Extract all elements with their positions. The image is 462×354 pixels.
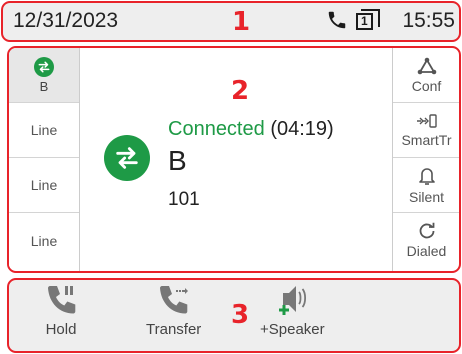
dialed-button[interactable]: Dialed xyxy=(393,213,459,268)
account-register-icon: 1 xyxy=(356,9,380,31)
callout-1: 1 xyxy=(232,7,251,37)
speaker-add-icon xyxy=(279,286,307,315)
call-status: Connected (04:19) xyxy=(168,118,334,141)
call-screen: B Line Line Line 2 Connected (04:19) B 1… xyxy=(7,46,461,273)
account-badge: 1 xyxy=(361,14,368,28)
line-key-2[interactable]: Line xyxy=(9,103,79,158)
add-speaker-button[interactable]: +Speaker xyxy=(260,282,325,338)
callout-2: 2 xyxy=(231,76,250,106)
transfer-label: Transfer xyxy=(146,321,202,338)
line-key-label: Line xyxy=(30,122,58,138)
transfer-button[interactable]: Transfer xyxy=(146,282,201,338)
smart-transfer-button[interactable]: SmartTr xyxy=(393,103,459,158)
line-key-column: B Line Line Line xyxy=(9,48,80,271)
time-label: 15:55 xyxy=(402,9,455,32)
transfer-icon xyxy=(159,286,188,314)
caller-avatar xyxy=(104,135,150,181)
line-key-b[interactable]: B xyxy=(9,48,79,103)
line-key-4[interactable]: Line xyxy=(9,213,79,268)
status-bar: 12/31/2023 1 1 15:55 xyxy=(1,1,461,42)
call-info: 2 Connected (04:19) B 101 xyxy=(80,48,392,271)
callout-3: 3 xyxy=(231,300,250,330)
function-key-column: Conf SmartTr Silent Dialed xyxy=(392,48,459,271)
conf-button[interactable]: Conf xyxy=(393,48,459,103)
hold-button[interactable]: Hold xyxy=(45,282,77,338)
smart-transfer-label: SmartTr xyxy=(401,131,452,148)
smart-transfer-icon xyxy=(416,113,437,128)
conf-label: Conf xyxy=(411,77,442,94)
status-icons: 1 xyxy=(326,9,380,31)
silent-label: Silent xyxy=(408,188,445,205)
dialed-label: Dialed xyxy=(406,243,447,259)
bell-icon xyxy=(418,167,435,185)
hold-icon xyxy=(48,286,76,314)
phone-icon xyxy=(326,9,348,31)
transfer-arrows-icon xyxy=(116,147,138,169)
add-speaker-label: +Speaker xyxy=(260,321,325,338)
silent-button[interactable]: Silent xyxy=(393,158,459,213)
line-key-label: Line xyxy=(30,177,58,193)
line-key-label: B xyxy=(39,78,49,94)
redial-icon xyxy=(419,222,434,239)
conference-icon xyxy=(417,57,436,74)
caller-name: B xyxy=(168,145,187,176)
transfer-arrows-icon xyxy=(34,56,54,77)
hold-label: Hold xyxy=(45,321,77,338)
call-duration: (04:19) xyxy=(270,118,334,140)
line-key-label: Line xyxy=(30,232,58,249)
softkey-bar: Hold Transfer 3 +Speaker xyxy=(7,278,461,353)
date-label: 12/31/2023 xyxy=(13,9,119,32)
line-key-3[interactable]: Line xyxy=(9,158,79,213)
call-state: Connected xyxy=(168,118,265,140)
caller-number: 101 xyxy=(168,189,200,210)
